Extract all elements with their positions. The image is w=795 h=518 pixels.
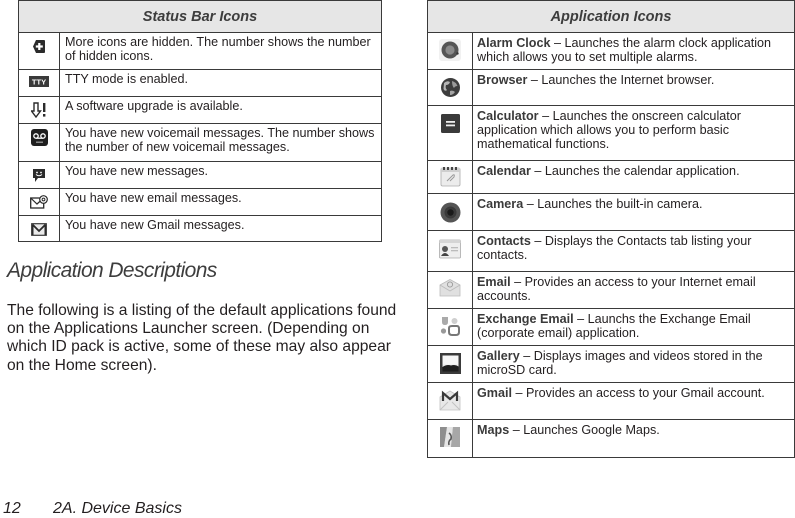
application-icons-table: Application Icons Alarm Clock – Launches…: [427, 0, 795, 458]
table-row: Gmail – Provides an access to your Gmail…: [428, 383, 794, 420]
email-icon: [439, 279, 461, 297]
browser-icon: [440, 77, 461, 98]
application-icons-table-title: Application Icons: [428, 1, 794, 33]
table-row: Browser – Launches the Internet browser.: [428, 70, 794, 106]
row-description: You have new Gmail messages.: [65, 218, 245, 232]
row-description: A software upgrade is available.: [65, 99, 243, 113]
app-name: Browser: [477, 73, 528, 87]
table-row: Exchange Email – Launchs the Exchange Em…: [428, 309, 794, 346]
gallery-icon: [439, 353, 461, 374]
app-description: Launches the Internet browser.: [541, 73, 715, 87]
camera-icon: [440, 202, 461, 223]
new-gmail-icon: [31, 223, 47, 236]
new-email-icon: [30, 195, 48, 209]
exchange-email-icon: [439, 315, 461, 337]
table-row: Alarm Clock – Launches the alarm clock a…: [428, 33, 794, 70]
status-bar-icons-table-title: Status Bar Icons: [19, 1, 381, 33]
app-description: Launches the calendar application.: [544, 164, 740, 178]
table-row: You have new Gmail messages.: [19, 216, 381, 242]
voicemail-icon: [30, 129, 48, 146]
table-row: Calendar – Launches the calendar applica…: [428, 161, 794, 194]
new-message-icon: [32, 168, 46, 183]
alarm-clock-icon: [439, 39, 461, 61]
table-row: Gallery – Displays images and videos sto…: [428, 346, 794, 383]
maps-icon: [440, 427, 460, 447]
contacts-icon: [439, 239, 461, 259]
row-description: You have new messages.: [65, 164, 209, 178]
app-description: Provides an access to your Gmail account…: [526, 386, 765, 400]
app-name: Calendar: [477, 164, 531, 178]
app-description: Launches the built-in camera.: [537, 197, 703, 211]
table-row: Camera – Launches the built-in camera.: [428, 194, 794, 231]
app-name: Gallery: [477, 349, 520, 363]
svg-text:TTY: TTY: [32, 78, 46, 87]
page-number: 12: [3, 500, 21, 517]
app-name: Gmail: [477, 386, 512, 400]
table-row: A software upgrade is available.: [19, 97, 381, 124]
table-row: Email – Provides an access to your Inter…: [428, 272, 794, 309]
table-row: You have new email messages.: [19, 189, 381, 216]
chapter-title: 2A. Device Basics: [53, 500, 182, 517]
table-row: TTY TTY mode is enabled.: [19, 70, 381, 97]
app-name: Contacts: [477, 234, 531, 248]
row-description: You have new email messages.: [65, 191, 242, 205]
section-heading: Application Descriptions: [7, 259, 217, 282]
table-row: Contacts – Displays the Contacts tab lis…: [428, 231, 794, 272]
app-name: Camera: [477, 197, 524, 211]
table-row: You have new messages.: [19, 162, 381, 189]
row-description: You have new voicemail messages. The num…: [65, 126, 375, 154]
tty-icon: TTY: [29, 76, 49, 87]
section-body: The following is a listing of the defaul…: [7, 302, 397, 374]
table-row: Maps – Launches Google Maps.: [428, 420, 794, 458]
gmail-icon: [439, 389, 461, 411]
app-name: Maps: [477, 423, 510, 437]
more-icons-hidden-icon: [32, 39, 46, 54]
row-description: TTY mode is enabled.: [65, 72, 188, 86]
app-name: Exchange Email: [477, 312, 574, 326]
calendar-icon: [440, 166, 461, 187]
app-name: Alarm Clock: [477, 36, 551, 50]
table-row: Calculator – Launches the onscreen calcu…: [428, 106, 794, 161]
row-description: More icons are hidden. The number shows …: [65, 35, 371, 63]
app-name: Email: [477, 275, 511, 289]
app-description: Launches Google Maps.: [523, 423, 660, 437]
table-row: More icons are hidden. The number shows …: [19, 33, 381, 70]
table-row: You have new voicemail messages. The num…: [19, 124, 381, 162]
calculator-icon: [440, 114, 460, 133]
status-bar-icons-table: Status Bar Icons More icons are hidden. …: [18, 0, 382, 242]
app-name: Calculator: [477, 109, 539, 123]
software-upgrade-icon: [31, 102, 47, 118]
